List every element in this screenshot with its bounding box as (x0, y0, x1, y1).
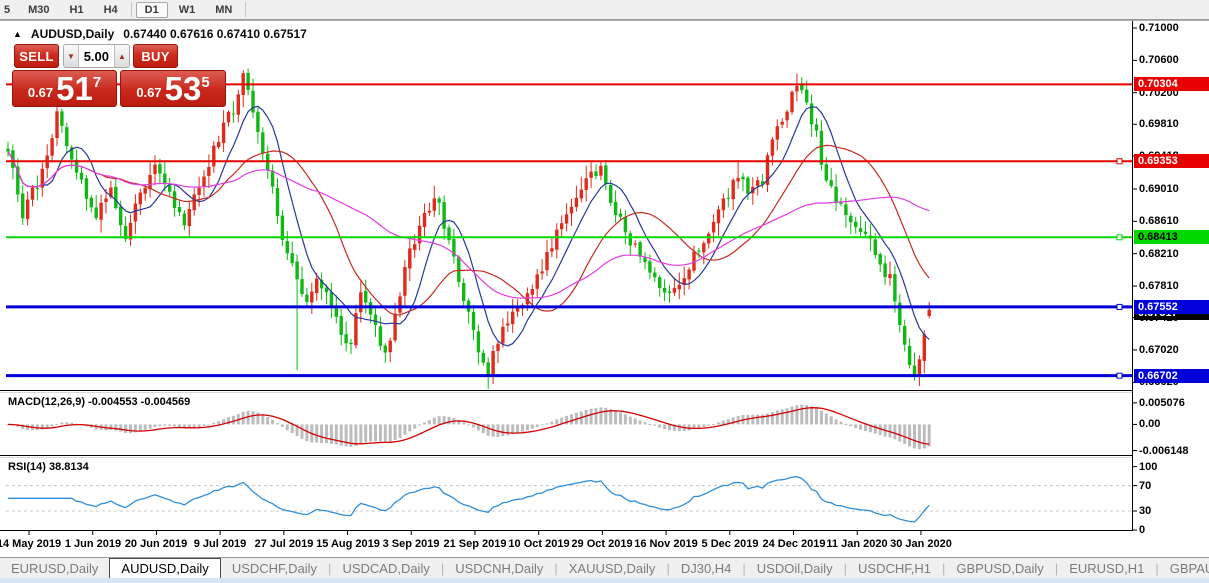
sell-price-pip: 7 (93, 74, 101, 91)
chart-title-bar: ▲ AUDUSD,Daily 0.67440 0.67616 0.67410 0… (13, 27, 307, 41)
tab-gbpaud-h1[interactable]: GBPAUD,H1 (1159, 558, 1209, 578)
tab-usdchf-h1[interactable]: USDCHF,H1 (847, 558, 942, 578)
tab-usdcad-daily[interactable]: USDCAD,Daily (331, 558, 440, 578)
sell-price-big: 51 (56, 72, 93, 105)
tab-dj30-h4[interactable]: DJ30,H4 (670, 558, 743, 578)
tab-gbpusd-daily[interactable]: GBPUSD,Daily (945, 558, 1054, 578)
tab-usdcnh-daily[interactable]: USDCNH,Daily (444, 558, 554, 578)
symbol-tab-bar: EURUSD,DailyAUDUSD,DailyUSDCHF,Daily|USD… (0, 557, 1209, 578)
buy-price-pip: 5 (201, 74, 209, 91)
volume-spinner: ▼ 5.00 ▲ (63, 44, 130, 68)
candlesticks-series (6, 68, 931, 389)
buy-button[interactable]: BUY (133, 44, 178, 68)
chart-ohlc-values: 0.67440 0.67616 0.67410 0.67517 (123, 27, 307, 41)
status-strip (0, 578, 1209, 583)
tab-usdoil-daily[interactable]: USDOil,Daily (746, 558, 844, 578)
tab-eurusd-daily[interactable]: EURUSD,Daily (0, 558, 109, 578)
rsi-level-lines (6, 486, 1132, 511)
triangle-down-icon: ▼ (67, 52, 75, 61)
chart-symbol-title: AUDUSD,Daily (31, 27, 114, 41)
buy-price-prefix: 0.67 (136, 85, 161, 100)
trading-platform-window: 5M30H1H4D1W1MN MACD(12,26,9) -0.004553 -… (0, 0, 1209, 583)
ma-slow-line (8, 152, 929, 299)
sell-price-button[interactable]: 0.67 51 7 (12, 70, 117, 107)
tab-eurusd-h1[interactable]: EURUSD,H1 (1058, 558, 1155, 578)
tab-xauusd-daily[interactable]: XAUUSD,Daily (558, 558, 667, 578)
price-level-lines[interactable] (6, 84, 1132, 378)
volume-increase-button[interactable]: ▲ (114, 45, 129, 67)
rsi-line (8, 477, 929, 522)
volume-decrease-button[interactable]: ▼ (64, 45, 79, 67)
triangle-up-icon: ▲ (118, 52, 126, 61)
buy-price-button[interactable]: 0.67 53 5 (120, 70, 226, 107)
buy-price-big: 53 (165, 72, 202, 105)
sell-price-prefix: 0.67 (28, 85, 53, 100)
collapse-panel-icon[interactable]: ▲ (13, 29, 22, 39)
tab-usdchf-daily[interactable]: USDCHF,Daily (221, 558, 328, 578)
volume-value-field[interactable]: 5.00 (79, 45, 114, 67)
sell-button[interactable]: SELL (14, 44, 59, 68)
tab-audusd-daily[interactable]: AUDUSD,Daily (109, 558, 220, 578)
ma-medium-line (8, 145, 929, 314)
